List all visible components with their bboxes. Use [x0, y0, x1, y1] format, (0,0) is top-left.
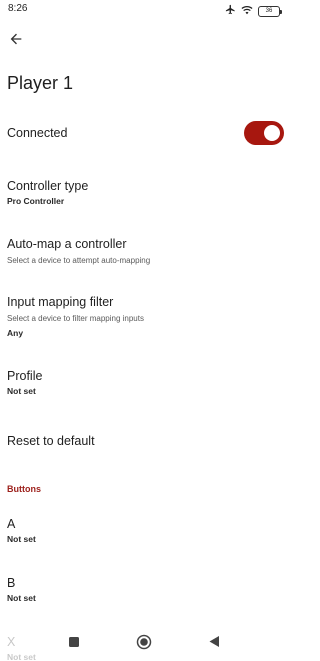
input-mapping-filter-label: Input mapping filter — [7, 295, 114, 309]
controller-type-value: Pro Controller — [7, 196, 65, 206]
home-icon — [136, 634, 152, 655]
settings-screen: 8:26 36 Player 1 Connected Controller ty… — [0, 0, 288, 661]
navigation-bar — [0, 629, 288, 661]
button-a-label: A — [7, 517, 16, 531]
reset-to-default-label: Reset to default — [7, 434, 95, 448]
airplane-mode-icon — [225, 2, 236, 20]
button-mapping-b[interactable]: B Not set — [0, 575, 288, 604]
buttons-section-header: Buttons — [7, 484, 41, 494]
back-triangle-icon — [208, 635, 220, 653]
connected-toggle[interactable] — [244, 121, 284, 145]
page-title: Player 1 — [7, 73, 74, 93]
controller-type-row[interactable]: Controller type Pro Controller — [0, 178, 288, 207]
input-mapping-filter-value: Any — [7, 328, 24, 338]
profile-value: Not set — [7, 386, 36, 396]
system-back-button[interactable] — [204, 634, 224, 654]
auto-map-row[interactable]: Auto-map a controller Select a device to… — [0, 236, 288, 266]
profile-row[interactable]: Profile Not set — [0, 368, 288, 397]
recents-icon — [68, 635, 80, 653]
profile-label: Profile — [7, 369, 43, 383]
status-bar: 8:26 36 — [0, 0, 288, 20]
home-button[interactable] — [134, 634, 154, 654]
button-mapping-a[interactable]: A Not set — [0, 516, 288, 545]
recents-button[interactable] — [64, 634, 84, 654]
reset-to-default-row[interactable]: Reset to default — [0, 433, 288, 449]
input-mapping-filter-row[interactable]: Input mapping filter Select a device to … — [0, 294, 288, 339]
input-mapping-filter-description: Select a device to filter mapping inputs — [7, 314, 144, 323]
status-icons: 36 — [225, 2, 282, 20]
battery-icon: 36 — [258, 5, 282, 17]
wifi-icon — [241, 2, 253, 20]
button-a-value: Not set — [7, 534, 36, 544]
status-time: 8:26 — [8, 3, 28, 14]
connected-label: Connected — [7, 126, 68, 140]
back-button[interactable] — [4, 29, 28, 53]
button-b-value: Not set — [7, 593, 36, 603]
battery-level: 36 — [265, 7, 273, 14]
arrow-left-icon — [8, 31, 24, 52]
auto-map-label: Auto-map a controller — [7, 237, 127, 251]
toggle-knob — [264, 125, 280, 141]
auto-map-description: Select a device to attempt auto-mapping — [7, 256, 151, 265]
button-b-label: B — [7, 576, 16, 590]
controller-type-label: Controller type — [7, 179, 89, 193]
